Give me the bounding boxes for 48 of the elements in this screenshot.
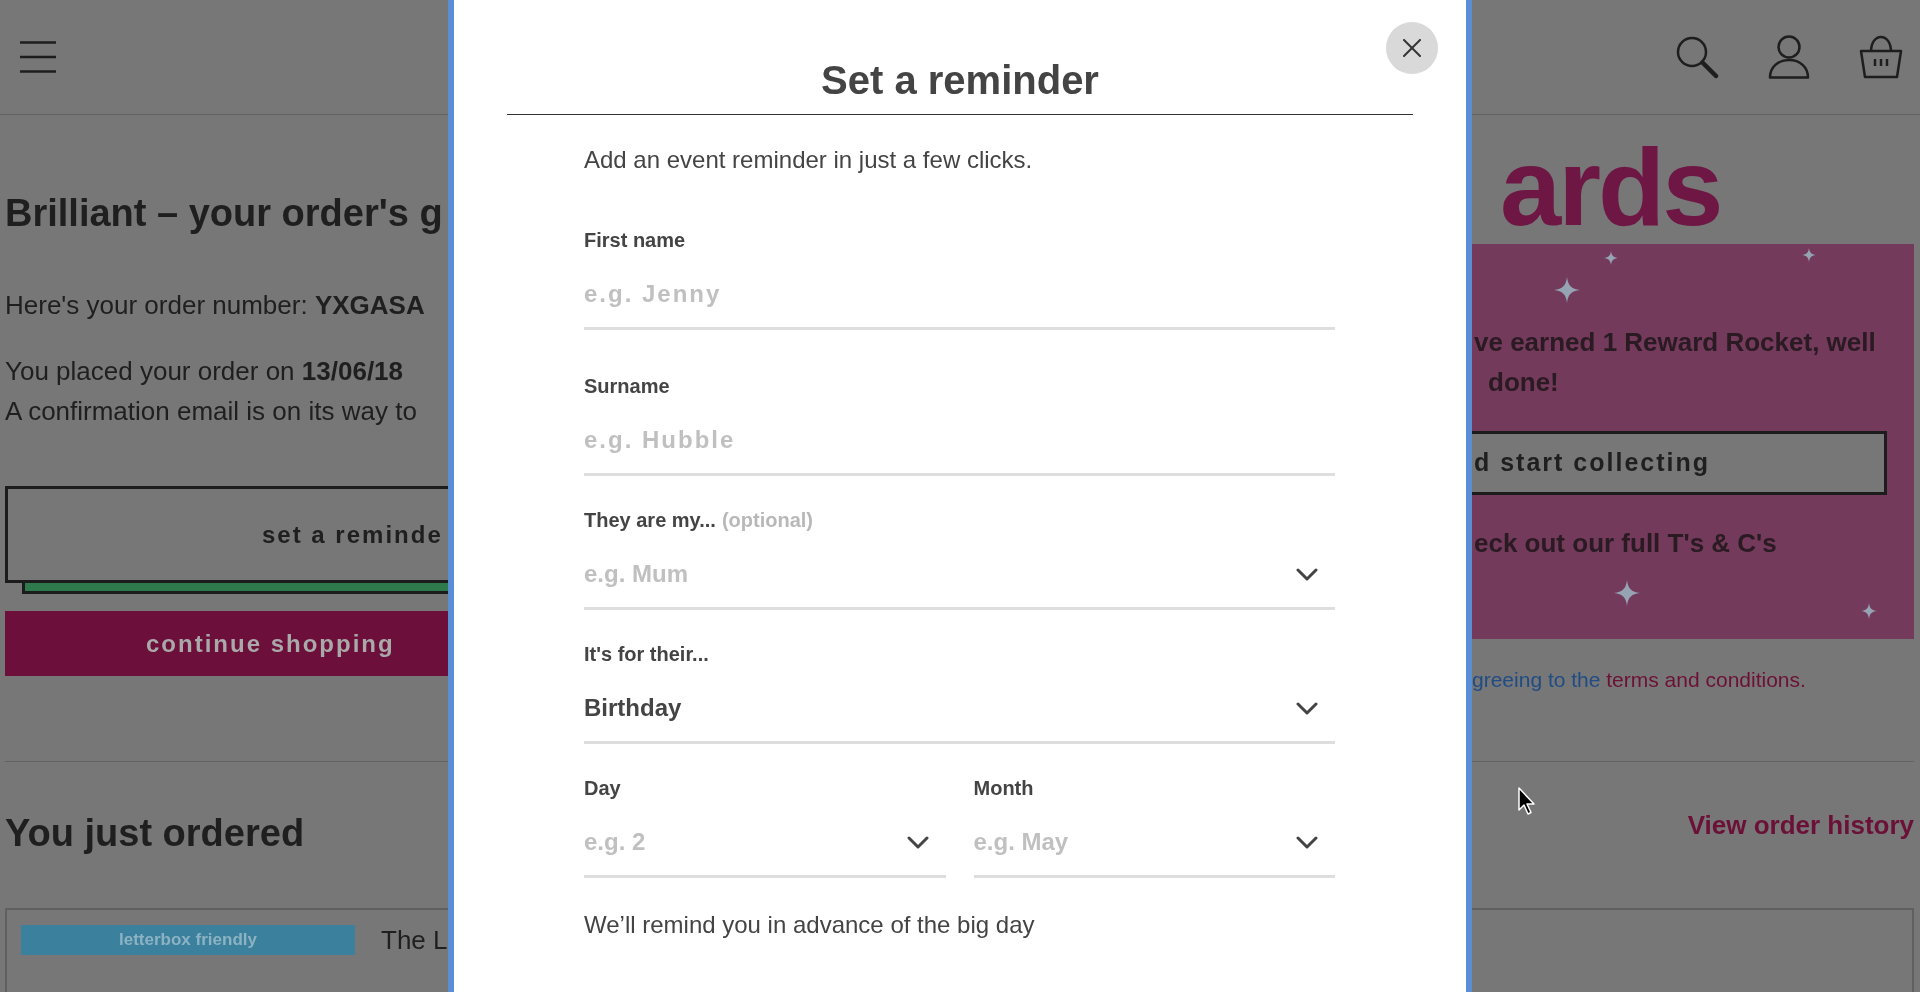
sparkle-icon [1861,603,1877,619]
order-number-text: Here's your order number: YXGASA [5,289,425,321]
sparkle-icon [1604,251,1618,265]
reward-message: done! [1488,366,1559,399]
email-note-text: A confirmation email is on its way to [5,395,417,428]
product-title: The L [381,924,448,956]
chevron-down-icon [1296,567,1318,581]
basket-icon[interactable] [1859,35,1903,79]
chevron-down-icon [1296,835,1318,849]
agreement-text: greeing to the terms and conditions. [1472,667,1806,693]
text-input-field[interactable]: e.g. Hubble [584,398,1335,476]
terms-note: eck out our full T's & C's [1474,527,1777,560]
chevron-down-icon [1296,701,1318,715]
dropdown-field[interactable]: e.g. 2 [584,800,946,878]
ordered-heading: You just ordered [5,811,305,856]
field-label: Surname [584,374,670,398]
field-label: Day [584,776,621,800]
continue-shopping-button[interactable]: continue shopping [5,611,448,676]
sparkle-icon [1554,277,1580,303]
order-history-link[interactable]: View order history [1687,807,1914,843]
close-icon [1403,39,1421,57]
field-label: Month [973,776,1034,800]
cursor-icon [1518,787,1536,815]
field-label: First name [584,228,686,252]
search-icon[interactable] [1675,35,1719,79]
rewards-heading: ards [1500,132,1721,242]
product-tag: letterbox friendly [21,925,355,955]
reward-message: ve earned 1 Reward Rocket, well [1474,326,1876,359]
chevron-down-icon [906,835,929,849]
field-label: It's for their... [584,642,709,666]
dropdown-field[interactable]: e.g. Mum [584,532,1335,610]
field-label: They are my... [584,508,716,532]
sparkle-icon [1614,580,1640,606]
dialog-intro: Add an event reminder in just a few clicks. [584,145,1033,175]
start-collecting-button[interactable]: d start collecting [1472,431,1887,495]
user-icon[interactable] [1767,35,1811,79]
reminder-note: We’ll remind you in advance of the big day [584,910,1035,940]
order-date-text: You placed your order on 13/06/18 [5,355,404,388]
sparkle-icon [1802,248,1816,262]
dropdown-field[interactable]: Birthday [584,666,1335,744]
menu-icon[interactable] [20,41,56,73]
dropdown-field[interactable]: e.g. May [973,800,1335,878]
optional-hint: (optional) [721,508,813,532]
text-input-field[interactable]: e.g. Jenny [584,252,1335,330]
dialog-title: Set a reminder [821,57,1099,104]
confirmation-heading: Brilliant – your order's g [5,191,443,236]
terms-link[interactable]: terms and conditions. [1606,668,1806,691]
close-button[interactable] [1386,22,1438,74]
